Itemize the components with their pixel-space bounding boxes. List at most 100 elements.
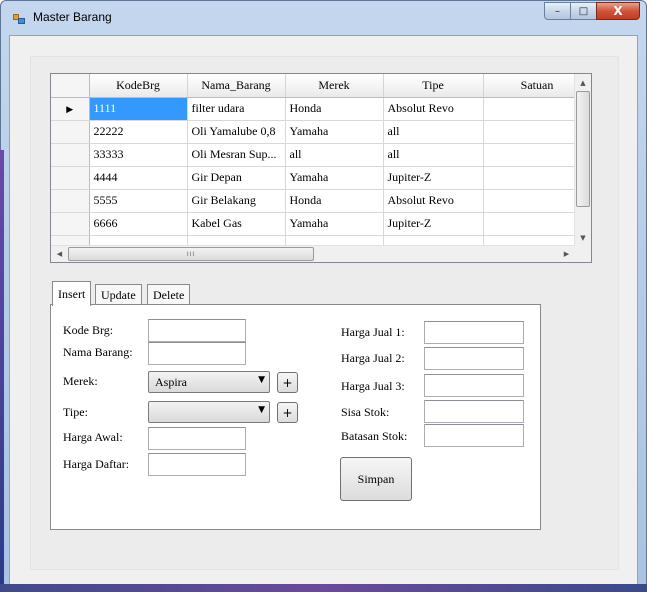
table-cell[interactable]: Yamaha [285, 212, 384, 236]
row-header[interactable] [51, 212, 90, 236]
harga-jual-1-input[interactable] [425, 322, 523, 343]
table-cell[interactable]: Gir Belakang [187, 189, 286, 213]
column-header-merek[interactable]: Merek [285, 74, 384, 98]
table-cell[interactable]: Honda [285, 97, 384, 121]
row-header[interactable] [51, 189, 90, 213]
table-cell[interactable]: Jupiter-Z [383, 166, 484, 190]
vertical-scroll-thumb[interactable] [576, 91, 590, 207]
harga-jual-1-field[interactable] [424, 321, 524, 344]
table-cell[interactable]: Kabel Gas [187, 212, 286, 236]
sisa-stok-field[interactable] [424, 400, 524, 423]
table-cell[interactable]: 6666 [89, 212, 188, 236]
vertical-scrollbar[interactable]: ▲ ▼ [574, 74, 591, 246]
table-row[interactable]: 6666 Kabel Gas Yamaha Jupiter-Z [51, 212, 575, 236]
horizontal-scrollbar[interactable]: ◀ III ▶ [51, 245, 575, 262]
data-grid[interactable]: KodeBrg Nama_Barang Merek Tipe Satuan ▶ … [50, 73, 592, 263]
harga-daftar-input[interactable] [149, 454, 245, 475]
add-merek-button[interactable]: + [277, 372, 298, 393]
table-cell[interactable] [483, 189, 575, 213]
table-cell[interactable]: filter udara [187, 97, 286, 121]
table-cell[interactable]: Oli Mesran Sup... [187, 143, 286, 167]
table-cell[interactable] [483, 143, 575, 167]
merek-dropdown[interactable]: Aspira ▼ [148, 371, 270, 393]
table-cell[interactable]: all [383, 120, 484, 144]
table-row[interactable]: 5555 Gir Belakang Honda Absolut Revo [51, 189, 575, 213]
table-cell[interactable]: 33333 [89, 143, 188, 167]
tab-delete[interactable]: Delete [147, 284, 191, 305]
column-header-kodebrg[interactable]: KodeBrg [89, 74, 188, 98]
table-cell[interactable] [483, 212, 575, 236]
taskbar-strip [0, 584, 647, 592]
column-header-satuan[interactable]: Satuan [483, 74, 575, 98]
tab-update[interactable]: Update [95, 284, 142, 305]
nama-barang-input[interactable] [149, 343, 245, 364]
tipe-label: Tipe: [63, 405, 88, 419]
horizontal-scroll-thumb[interactable]: III [68, 247, 314, 261]
simpan-button[interactable]: Simpan [340, 457, 412, 501]
table-cell[interactable]: Oli Yamalube 0,8 [187, 120, 286, 144]
table-cell[interactable]: Absolut Revo [383, 189, 484, 213]
batasan-stok-label: Batasan Stok: [341, 429, 408, 443]
table-cell[interactable] [483, 97, 575, 121]
batasan-stok-field[interactable] [424, 424, 524, 447]
harga-jual-3-field[interactable] [424, 374, 524, 397]
scroll-left-icon[interactable]: ◀ [51, 246, 68, 262]
harga-awal-field[interactable] [148, 427, 246, 450]
sisa-stok-label: Sisa Stok: [341, 405, 390, 419]
column-header-tipe[interactable]: Tipe [383, 74, 484, 98]
close-button[interactable]: X [596, 2, 640, 20]
tab-insert[interactable]: Insert [52, 281, 92, 306]
app-icon [13, 14, 25, 24]
batasan-stok-input[interactable] [425, 425, 523, 446]
nama-barang-label: Nama Barang: [63, 345, 133, 359]
row-header[interactable]: ▶ [51, 97, 90, 121]
table-cell[interactable]: 1111 [89, 97, 188, 121]
table-cell[interactable]: Yamaha [285, 120, 384, 144]
scroll-up-icon[interactable]: ▲ [575, 74, 591, 91]
harga-jual-2-field[interactable] [424, 347, 524, 370]
row-header[interactable] [51, 143, 90, 167]
grid-header-row: KodeBrg Nama_Barang Merek Tipe Satuan [51, 74, 575, 98]
add-tipe-button[interactable]: + [277, 402, 298, 423]
table-row[interactable]: ▶ 1111 filter udara Honda Absolut Revo [51, 97, 575, 121]
table-cell[interactable] [483, 166, 575, 190]
merek-selected-value: Aspira [155, 375, 187, 389]
table-cell[interactable] [483, 120, 575, 144]
minimize-button[interactable]: – [544, 2, 570, 20]
harga-jual-2-input[interactable] [425, 348, 523, 369]
table-cell[interactable]: all [285, 143, 384, 167]
scroll-down-icon[interactable]: ▼ [575, 229, 591, 246]
harga-daftar-field[interactable] [148, 453, 246, 476]
harga-awal-label: Harga Awal: [63, 430, 123, 444]
table-cell[interactable]: Jupiter-Z [383, 212, 484, 236]
row-header[interactable] [51, 166, 90, 190]
harga-jual-3-input[interactable] [425, 375, 523, 396]
table-cell[interactable]: Absolut Revo [383, 97, 484, 121]
harga-jual-1-label: Harga Jual 1: [341, 325, 405, 339]
maximize-button[interactable]: □ [570, 2, 596, 20]
harga-jual-2-label: Harga Jual 2: [341, 351, 405, 365]
table-cell[interactable]: 22222 [89, 120, 188, 144]
kode-brg-field[interactable] [148, 319, 246, 342]
grid-table: KodeBrg Nama_Barang Merek Tipe Satuan ▶ … [51, 74, 575, 246]
kode-brg-input[interactable] [149, 320, 245, 341]
chevron-down-icon: ▼ [258, 405, 265, 415]
table-cell[interactable]: Yamaha [285, 166, 384, 190]
harga-awal-input[interactable] [149, 428, 245, 449]
nama-barang-field[interactable] [148, 342, 246, 365]
table-cell[interactable]: Honda [285, 189, 384, 213]
scroll-right-icon[interactable]: ▶ [558, 246, 575, 262]
table-row[interactable]: 22222 Oli Yamalube 0,8 Yamaha all [51, 120, 575, 144]
table-row[interactable]: 4444 Gir Depan Yamaha Jupiter-Z [51, 166, 575, 190]
sisa-stok-input[interactable] [425, 401, 523, 422]
table-cell[interactable]: 4444 [89, 166, 188, 190]
tipe-dropdown[interactable]: ▼ [148, 401, 270, 423]
title-bar[interactable]: Master Barang – □ X [1, 1, 646, 35]
table-cell[interactable]: all [383, 143, 484, 167]
table-cell[interactable]: 5555 [89, 189, 188, 213]
column-header-nama-barang[interactable]: Nama_Barang [187, 74, 286, 98]
table-cell[interactable]: Gir Depan [187, 166, 286, 190]
kode-brg-label: Kode Brg: [63, 323, 114, 337]
table-row[interactable]: 33333 Oli Mesran Sup... all all [51, 143, 575, 167]
row-header[interactable] [51, 120, 90, 144]
